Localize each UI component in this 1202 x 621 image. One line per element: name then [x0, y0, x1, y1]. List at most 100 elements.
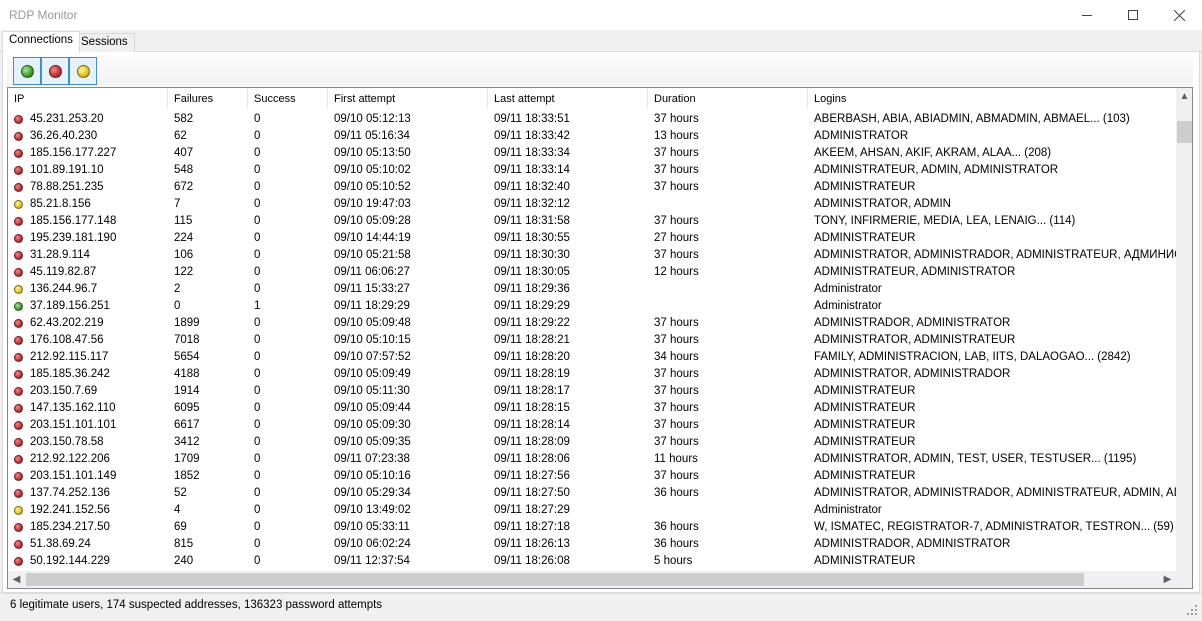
table-row[interactable]: 185.156.177.227 407 0 09/10 05:13:50 09/11 1… — [8, 145, 1176, 162]
column-header-failures[interactable]: Failures — [168, 88, 248, 109]
table-row[interactable]: 185.156.177.148 115 0 09/10 05:09:28 09/11 1… — [8, 213, 1176, 230]
first-attempt-cell: 09/11 05:16:34 — [334, 130, 410, 142]
table-row[interactable]: 78.88.251.235 672 0 09/10 05:10:52 09/11 18:… — [8, 179, 1176, 196]
last-attempt-cell: 09/11 18:29:36 — [494, 283, 570, 295]
table-row[interactable]: 192.241.152.56 4 0 09/10 13:49:02 09/11 18:2… — [8, 502, 1176, 519]
logins-cell: ADMINISTRATOR — [814, 130, 909, 142]
table-row[interactable]: 31.28.9.114 106 0 09/10 05:21:58 09/11 18:30… — [8, 247, 1176, 264]
tab-connections[interactable]: Connections — [2, 31, 80, 53]
scroll-up-arrow-icon[interactable]: ▲ — [1176, 88, 1192, 105]
red-status-icon — [14, 557, 23, 566]
table-row[interactable]: 101.89.191.10 548 0 09/10 05:10:02 09/11 18:… — [8, 162, 1176, 179]
table-row[interactable]: 185.234.217.50 69 0 09/10 05:33:11 09/11 18:… — [8, 519, 1176, 536]
first-attempt-cell: 09/10 14:44:19 — [334, 232, 411, 244]
duration-cell — [654, 196, 808, 213]
table-row[interactable]: 45.119.82.87 122 0 09/11 06:06:27 09/11 18:3… — [8, 264, 1176, 281]
status-text: 6 legitimate users, 174 suspected addres… — [10, 599, 383, 611]
ip-address: 185.234.217.50 — [30, 521, 110, 533]
table-row[interactable]: 185.185.36.242 4188 0 09/10 05:09:49 09/11 1… — [8, 366, 1176, 383]
logins-cell: ADMINISTRATEUR — [814, 555, 916, 567]
vertical-scroll-thumb[interactable] — [1177, 121, 1192, 143]
table-row[interactable]: 212.92.115.117 5654 0 09/10 07:57:52 09/11 1… — [8, 349, 1176, 366]
success-cell: 0 — [254, 317, 261, 329]
ip-cell: 185.156.177.227 — [8, 145, 168, 162]
logins-cell: ADMINISTRATEUR — [814, 232, 916, 244]
table-row[interactable]: 85.21.8.156 7 0 09/10 19:47:03 09/11 18:32:1… — [8, 196, 1176, 213]
duration-cell: 37 hours — [654, 436, 699, 448]
last-attempt-cell: 09/11 18:27:18 — [494, 521, 570, 533]
red-status-icon — [14, 115, 23, 124]
table-row[interactable]: 50.192.144.229 240 0 09/11 12:37:54 09/11 18… — [8, 553, 1176, 570]
table-row[interactable]: 36.26.40.230 62 0 09/11 05:16:34 09/11 18:33… — [8, 128, 1176, 145]
table-row[interactable]: 62.43.202.219 1899 0 09/10 05:09:48 09/11 18… — [8, 315, 1176, 332]
filter-red-button[interactable] — [41, 57, 69, 85]
window-title: RDP Monitor — [9, 8, 78, 22]
first-attempt-cell: 09/10 13:49:02 — [334, 504, 411, 516]
table-row[interactable]: 137.74.252.136 52 0 09/10 05:29:34 09/11 18:… — [8, 485, 1176, 502]
failures-cell: 224 — [174, 232, 194, 244]
table-row[interactable]: 203.150.78.58 3412 0 09/10 05:09:35 09/11 18… — [8, 434, 1176, 451]
connections-list[interactable]: IP Failures Success First attempt Last a… — [7, 87, 1193, 589]
filter-green-button[interactable] — [13, 57, 41, 85]
resize-grip-icon[interactable] — [1187, 605, 1197, 615]
failures-cell: 7 — [174, 198, 181, 210]
table-row[interactable]: 203.150.7.69 1914 0 09/10 05:11:30 09/11 18:… — [8, 383, 1176, 400]
column-header-first-attempt[interactable]: First attempt — [328, 88, 488, 109]
ip-cell: 85.21.8.156 — [8, 196, 168, 213]
table-row[interactable]: 147.135.162.110 6095 0 09/10 05:09:44 09/11 … — [8, 400, 1176, 417]
close-button[interactable] — [1156, 0, 1202, 30]
red-status-icon — [14, 489, 23, 498]
red-status-icon — [14, 455, 23, 464]
column-header-logins[interactable]: Logins — [808, 88, 1176, 109]
red-status-icon — [14, 336, 23, 345]
ip-address: 62.43.202.219 — [30, 317, 104, 329]
filter-yellow-button[interactable] — [69, 57, 97, 85]
first-attempt-cell: 09/10 19:47:03 — [334, 198, 411, 210]
success-cell: 0 — [254, 351, 261, 363]
status-bar: 6 legitimate users, 174 suspected addres… — [0, 593, 1202, 621]
ip-address: 185.185.36.242 — [30, 368, 110, 380]
red-status-icon — [14, 217, 23, 226]
table-row[interactable]: 195.239.181.190 224 0 09/10 14:44:19 09/11 1… — [8, 230, 1176, 247]
maximize-button[interactable] — [1110, 0, 1156, 30]
horizontal-scroll-thumb[interactable] — [26, 573, 1084, 586]
first-attempt-cell: 09/11 12:37:54 — [334, 555, 410, 567]
horizontal-scrollbar[interactable]: ◀ ▶ — [8, 571, 1176, 588]
table-row[interactable]: 176.108.47.56 7018 0 09/10 05:10:15 09/11 18… — [8, 332, 1176, 349]
last-attempt-cell: 09/11 18:31:58 — [494, 215, 570, 227]
column-header-ip[interactable]: IP — [8, 88, 168, 109]
success-cell: 0 — [254, 555, 261, 567]
duration-cell: 37 hours — [654, 164, 699, 176]
column-header-last-attempt[interactable]: Last attempt — [488, 88, 648, 109]
column-header-success[interactable]: Success — [248, 88, 328, 109]
last-attempt-cell: 09/11 18:33:42 — [494, 130, 570, 142]
failures-cell: 5654 — [174, 351, 200, 363]
duration-cell: 11 hours — [654, 453, 698, 465]
ip-address: 147.135.162.110 — [30, 402, 116, 414]
duration-cell: 37 hours — [654, 215, 699, 227]
scroll-right-arrow-icon[interactable]: ▶ — [1159, 571, 1176, 588]
table-row[interactable]: 51.38.69.24 815 0 09/10 06:02:24 09/11 18:26… — [8, 536, 1176, 553]
table-row[interactable]: 203.151.101.101 6617 0 09/10 05:09:30 09/11 … — [8, 417, 1176, 434]
tab-sessions[interactable]: Sessions — [74, 33, 135, 52]
vertical-scrollbar[interactable]: ▲ — [1176, 88, 1192, 571]
duration-cell: 37 hours — [654, 147, 699, 159]
table-row[interactable]: 203.151.101.149 1852 0 09/10 05:10:16 09/11 … — [8, 468, 1176, 485]
table-row[interactable]: 212.92.122.206 1709 0 09/11 07:23:38 09/11 1… — [8, 451, 1176, 468]
duration-cell: 37 hours — [654, 181, 699, 193]
table-row[interactable]: 45.231.253.20 582 0 09/10 05:12:13 09/11 18:… — [8, 111, 1176, 128]
logins-cell: ADMINISTRADOR, ADMINISTRATOR — [814, 317, 1011, 329]
minimize-button[interactable] — [1064, 0, 1110, 30]
last-attempt-cell: 09/11 18:33:51 — [494, 113, 570, 125]
ip-cell: 185.234.217.50 — [8, 519, 168, 536]
first-attempt-cell: 09/10 05:10:15 — [334, 334, 411, 346]
scroll-left-arrow-icon[interactable]: ◀ — [8, 571, 25, 588]
success-cell: 0 — [254, 334, 261, 346]
failures-cell: 4188 — [174, 368, 200, 380]
column-header-duration[interactable]: Duration — [648, 88, 808, 109]
red-status-icon — [48, 64, 62, 78]
table-row[interactable]: 37.189.156.251 0 1 09/11 18:29:29 09/11 18:2… — [8, 298, 1176, 315]
tab-strip: Connections Sessions — [0, 31, 1202, 53]
table-row[interactable]: 136.244.96.7 2 0 09/11 15:33:27 09/11 18:29:… — [8, 281, 1176, 298]
duration-cell: 37 hours — [654, 368, 699, 380]
